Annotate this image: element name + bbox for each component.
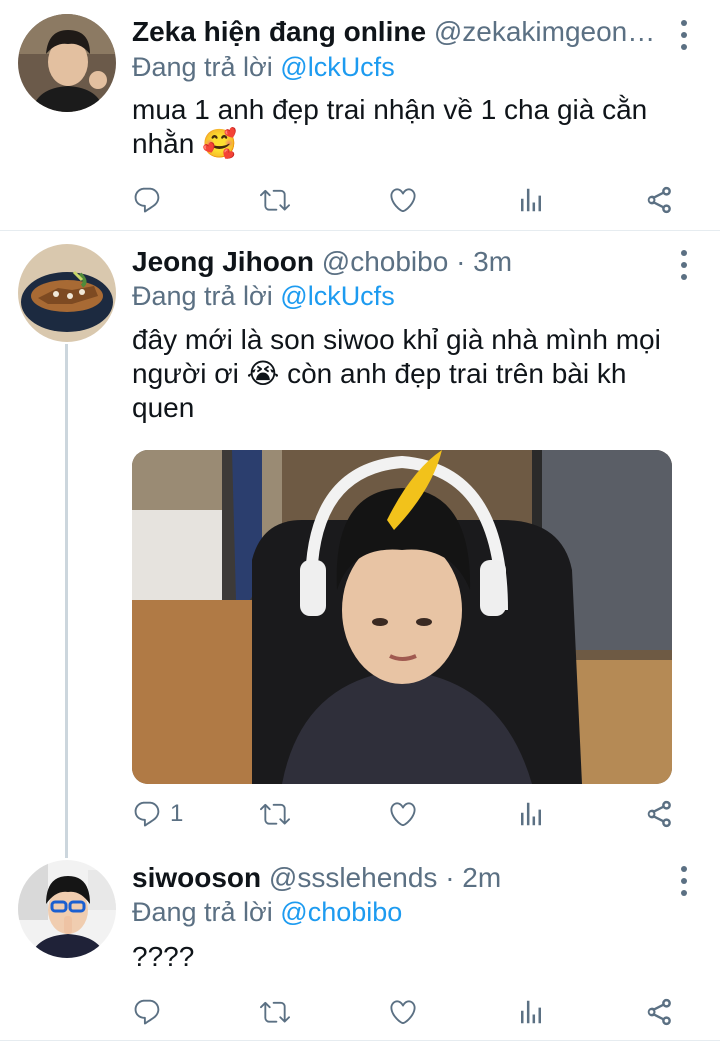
replying-to: Đang trả lời @lckUcfs: [132, 50, 395, 84]
share-icon: [644, 997, 674, 1027]
tweet-timestamp[interactable]: · 3m: [456, 246, 512, 277]
user-avatar[interactable]: [18, 14, 116, 112]
more-options-icon[interactable]: [678, 866, 690, 896]
share-icon: [644, 185, 674, 215]
tweet-header: siwooson @ssslehends · 2m: [132, 860, 660, 896]
avatar-photo-icon: [18, 860, 116, 958]
reply-icon: [132, 997, 162, 1027]
replying-to-label: Đang trả lời: [132, 52, 273, 82]
share-button[interactable]: [644, 794, 674, 834]
tweet-actions: 1: [132, 794, 692, 834]
share-button[interactable]: [644, 180, 674, 220]
analytics-icon: [516, 997, 546, 1027]
retweet-icon: [260, 997, 290, 1027]
reply-mention-link[interactable]: @lckUcfs: [280, 281, 394, 311]
tweet-header: Jeong Jihoon @chobibo · 3m: [132, 244, 660, 280]
retweet-button[interactable]: [260, 794, 290, 834]
avatar-photo-icon: [18, 244, 116, 342]
tweet-divider: [0, 1040, 720, 1041]
analytics-button[interactable]: [516, 180, 546, 220]
user-handle[interactable]: @chobibo: [322, 246, 449, 277]
thread-line: [65, 344, 68, 858]
replying-to: Đang trả lời @lckUcfs: [132, 279, 395, 313]
tweet-actions: [132, 992, 692, 1032]
tweet-text: mua 1 anh đẹp trai nhận về 1 cha già cằn…: [132, 94, 648, 159]
like-button[interactable]: [388, 992, 418, 1032]
user-avatar[interactable]: [18, 244, 116, 342]
more-options-icon[interactable]: [678, 20, 690, 50]
share-icon: [644, 799, 674, 829]
like-button[interactable]: [388, 180, 418, 220]
tweet-text: đây mới là son siwoo khỉ già nhà mình mọ…: [132, 324, 661, 423]
display-name[interactable]: siwooson: [132, 862, 261, 893]
analytics-icon: [516, 185, 546, 215]
tweet[interactable]: Zeka hiện đang online @zekakimgeon… Đang…: [0, 0, 720, 230]
like-icon: [388, 799, 418, 829]
tweet-actions: [132, 180, 692, 220]
tweet-divider: [0, 230, 720, 231]
analytics-button[interactable]: [516, 992, 546, 1032]
replying-to-label: Đang trả lời: [132, 281, 273, 311]
analytics-button[interactable]: [516, 794, 546, 834]
replying-to-label: Đang trả lời: [132, 897, 273, 927]
like-icon: [388, 997, 418, 1027]
reply-count: 1: [170, 800, 184, 827]
photo-icon: [132, 450, 672, 784]
retweet-button[interactable]: [260, 180, 290, 220]
tweet-timestamp[interactable]: · 2m: [445, 862, 501, 893]
user-handle[interactable]: @ssslehends: [269, 862, 438, 893]
tweet-media-image[interactable]: [132, 450, 672, 784]
like-button[interactable]: [388, 794, 418, 834]
reply-button[interactable]: [132, 992, 170, 1032]
replying-to: Đang trả lời @chobibo: [132, 895, 402, 929]
more-options-icon[interactable]: [678, 250, 690, 280]
reply-button[interactable]: 1: [132, 794, 183, 834]
share-button[interactable]: [644, 992, 674, 1032]
retweet-icon: [260, 799, 290, 829]
user-avatar[interactable]: [18, 860, 116, 958]
like-icon: [388, 185, 418, 215]
avatar-photo-icon: [18, 14, 116, 112]
reply-mention-link[interactable]: @chobibo: [280, 897, 402, 927]
tweet-header: Zeka hiện đang online @zekakimgeon…: [132, 14, 660, 50]
reply-icon: [132, 799, 162, 829]
user-handle[interactable]: @zekakimgeon…: [434, 16, 655, 47]
tweet-text: ????: [132, 941, 195, 972]
display-name[interactable]: Zeka hiện đang online: [132, 16, 426, 47]
reply-button[interactable]: [132, 180, 170, 220]
retweet-icon: [260, 185, 290, 215]
reply-icon: [132, 185, 162, 215]
retweet-button[interactable]: [260, 992, 290, 1032]
analytics-icon: [516, 799, 546, 829]
display-name[interactable]: Jeong Jihoon: [132, 246, 314, 277]
reply-mention-link[interactable]: @lckUcfs: [280, 52, 394, 82]
